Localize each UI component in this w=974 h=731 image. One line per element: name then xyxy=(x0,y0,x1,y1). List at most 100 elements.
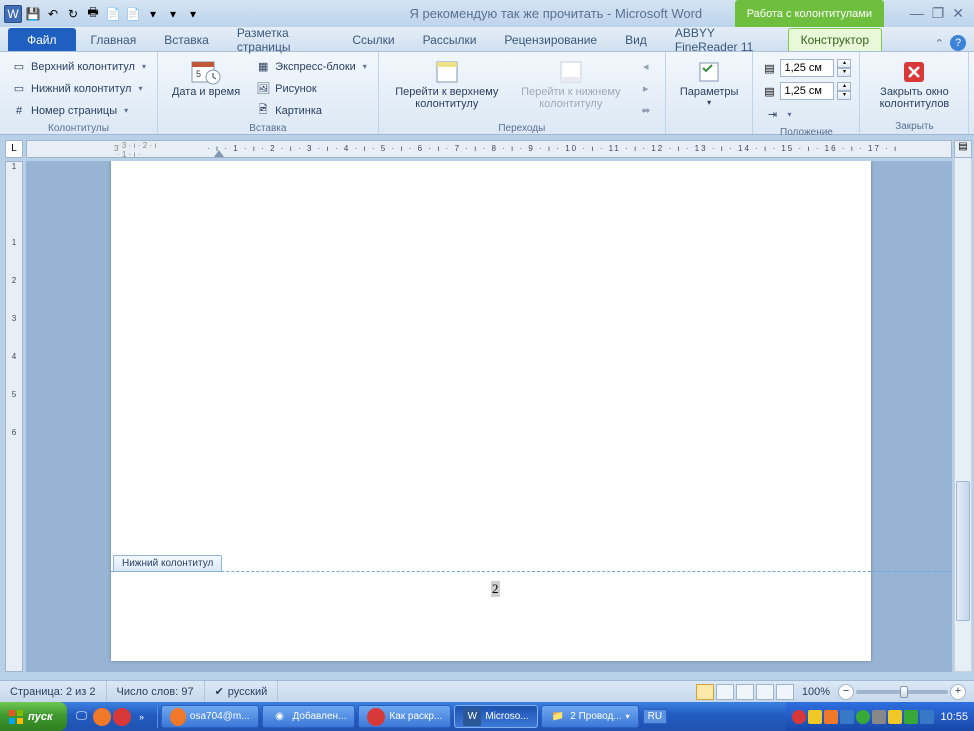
view-outline-icon[interactable] xyxy=(756,684,774,700)
header-button[interactable]: ▭Верхний колонтитул xyxy=(8,56,149,77)
next-section-button: ▸ xyxy=(635,78,657,99)
tray-display-icon[interactable] xyxy=(920,710,934,724)
footer-from-bottom: ▤ ▴▾ xyxy=(761,81,851,101)
chrome-icon: ◉ xyxy=(271,708,289,726)
close-header-footer-button[interactable]: Закрыть окно колонтитулов xyxy=(868,56,960,119)
zoom-thumb[interactable] xyxy=(900,686,908,698)
ribbon-minimize-icon[interactable]: ⌃ xyxy=(935,37,944,50)
page-number-field[interactable]: 2 xyxy=(491,581,500,597)
tray-shield-icon[interactable] xyxy=(808,710,822,724)
group-label-options xyxy=(674,130,745,134)
ruler-toggle-icon[interactable]: ▤ xyxy=(954,140,972,158)
word-app-icon[interactable]: W xyxy=(4,5,22,23)
next-icon: ▸ xyxy=(638,81,654,97)
new-icon[interactable]: 📄 xyxy=(124,5,142,23)
redo-icon[interactable]: ↻ xyxy=(64,5,82,23)
vertical-ruler[interactable]: 11109 876 543 21 123 456 xyxy=(5,161,23,672)
print-icon[interactable]: 🖶 xyxy=(84,5,102,23)
top-down[interactable]: ▾ xyxy=(837,68,851,77)
top-margin-icon: ▤ xyxy=(761,60,777,76)
group-insert: 5 Дата и время ▦Экспресс-блоки 🖼Рисунок … xyxy=(158,52,379,134)
ql-desktop-icon[interactable]: 🖵 xyxy=(73,708,91,726)
minimize-icon[interactable]: — xyxy=(910,5,924,22)
view-web-icon[interactable] xyxy=(736,684,754,700)
goto-header-button[interactable]: Перейти к верхнему колонтитулу xyxy=(387,56,507,121)
tab-references[interactable]: Ссылки xyxy=(339,28,407,51)
status-word-count[interactable]: Число слов: 97 xyxy=(107,681,205,702)
group-close: Закрыть окно колонтитулов Закрыть xyxy=(860,52,969,134)
tab-home[interactable]: Главная xyxy=(78,28,150,51)
view-print-layout-icon[interactable] xyxy=(696,684,714,700)
status-language[interactable]: ✔русский xyxy=(205,681,279,702)
options-button[interactable]: Параметры▾ xyxy=(674,56,745,130)
horizontal-ruler[interactable]: · 3 · ı · 2 · ı · 1 · ı · · ı · 1 · ı · … xyxy=(26,140,952,158)
restore-icon[interactable]: ❐ xyxy=(932,5,945,22)
tab-selector[interactable]: L xyxy=(5,140,23,158)
tray-sync-icon[interactable] xyxy=(856,710,870,724)
top-input[interactable] xyxy=(780,59,834,77)
tab-file[interactable]: Файл xyxy=(8,28,76,51)
footer-button[interactable]: ▭Нижний колонтитул xyxy=(8,78,149,99)
taskbar-clock[interactable]: 10:55 xyxy=(940,711,968,723)
taskbar-item-1[interactable]: ◉Добавлен... xyxy=(262,705,356,728)
undo-icon[interactable]: ↶ xyxy=(44,5,62,23)
taskbar-item-4[interactable]: 📁2 Провод...▾ xyxy=(541,705,639,728)
taskbar-item-2[interactable]: Как раскр... xyxy=(358,705,451,728)
tab-mailings[interactable]: Рассылки xyxy=(410,28,490,51)
bottom-down[interactable]: ▾ xyxy=(837,91,851,100)
tab-review[interactable]: Рецензирование xyxy=(491,28,610,51)
preview-icon[interactable]: 📄 xyxy=(104,5,122,23)
bottom-input[interactable] xyxy=(780,82,834,100)
view-draft-icon[interactable] xyxy=(776,684,794,700)
scrollbar-thumb[interactable] xyxy=(956,481,970,621)
tray-usb-icon[interactable] xyxy=(904,710,918,724)
bottom-up[interactable]: ▴ xyxy=(837,82,851,91)
group-label-close: Закрыть xyxy=(868,119,960,134)
tray-volume-icon[interactable] xyxy=(872,710,886,724)
zoom-value[interactable]: 100% xyxy=(802,686,830,698)
page[interactable]: Нижний колонтитул 2 xyxy=(111,161,871,661)
document-viewport[interactable]: Нижний колонтитул 2 xyxy=(26,161,952,672)
indent-marker-icon[interactable] xyxy=(214,150,224,157)
qat-more-1-icon[interactable]: ▾ xyxy=(144,5,162,23)
zoom-slider[interactable] xyxy=(856,690,948,694)
ql-opera-icon[interactable] xyxy=(113,708,131,726)
tab-page-layout[interactable]: Разметка страницы xyxy=(224,28,338,51)
ql-firefox-icon[interactable] xyxy=(93,708,111,726)
tray-updates-icon[interactable] xyxy=(824,710,838,724)
tray-yandex-icon[interactable] xyxy=(888,710,902,724)
zoom-in-button[interactable]: + xyxy=(950,684,966,700)
tab-insert[interactable]: Вставка xyxy=(151,28,222,51)
top-up[interactable]: ▴ xyxy=(837,59,851,68)
vertical-scrollbar[interactable] xyxy=(954,140,972,672)
start-button[interactable]: пуск xyxy=(0,702,67,731)
tab-design[interactable]: Конструктор xyxy=(788,28,882,51)
view-full-screen-icon[interactable] xyxy=(716,684,734,700)
qat-more-2-icon[interactable]: ▾ xyxy=(164,5,182,23)
quick-access-toolbar: W 💾 ↶ ↻ 🖶 📄 📄 ▾ ▾ ▾ xyxy=(4,5,202,23)
clip-art-button[interactable]: 🖻Картинка xyxy=(252,100,370,121)
quick-parts-button[interactable]: ▦Экспресс-блоки xyxy=(252,56,370,77)
align-tab-button[interactable]: ⇥ xyxy=(761,104,851,125)
tab-abbyy[interactable]: ABBYY FineReader 11 xyxy=(662,28,786,51)
status-page[interactable]: Страница: 2 из 2 xyxy=(0,681,107,702)
footer-separator xyxy=(111,571,952,572)
page-number-button[interactable]: #Номер страницы xyxy=(8,100,149,121)
goto-footer-button: Перейти к нижнему колонтитулу xyxy=(513,56,629,121)
help-icon[interactable]: ? xyxy=(950,35,966,51)
date-time-button[interactable]: 5 Дата и время xyxy=(166,56,246,121)
taskbar-item-3[interactable]: WMicroso... xyxy=(454,705,537,728)
document-area: L · 3 · ı · 2 · ı · 1 · ı · · ı · 1 · ı … xyxy=(0,135,974,672)
close-window-icon[interactable]: ✕ xyxy=(952,5,964,22)
qat-customize-icon[interactable]: ▾ xyxy=(184,5,202,23)
taskbar-item-0[interactable]: osa704@m... xyxy=(161,705,259,728)
save-icon[interactable]: 💾 xyxy=(24,5,42,23)
tray-opera-icon[interactable] xyxy=(792,710,806,724)
zoom-out-button[interactable]: − xyxy=(838,684,854,700)
picture-button[interactable]: 🖼Рисунок xyxy=(252,78,370,99)
tab-view[interactable]: Вид xyxy=(612,28,660,51)
group-label-insert: Вставка xyxy=(166,121,370,136)
tray-thunderbird-icon[interactable] xyxy=(840,710,854,724)
ql-more-icon[interactable]: » xyxy=(133,708,151,726)
language-indicator[interactable]: RU xyxy=(643,709,667,724)
